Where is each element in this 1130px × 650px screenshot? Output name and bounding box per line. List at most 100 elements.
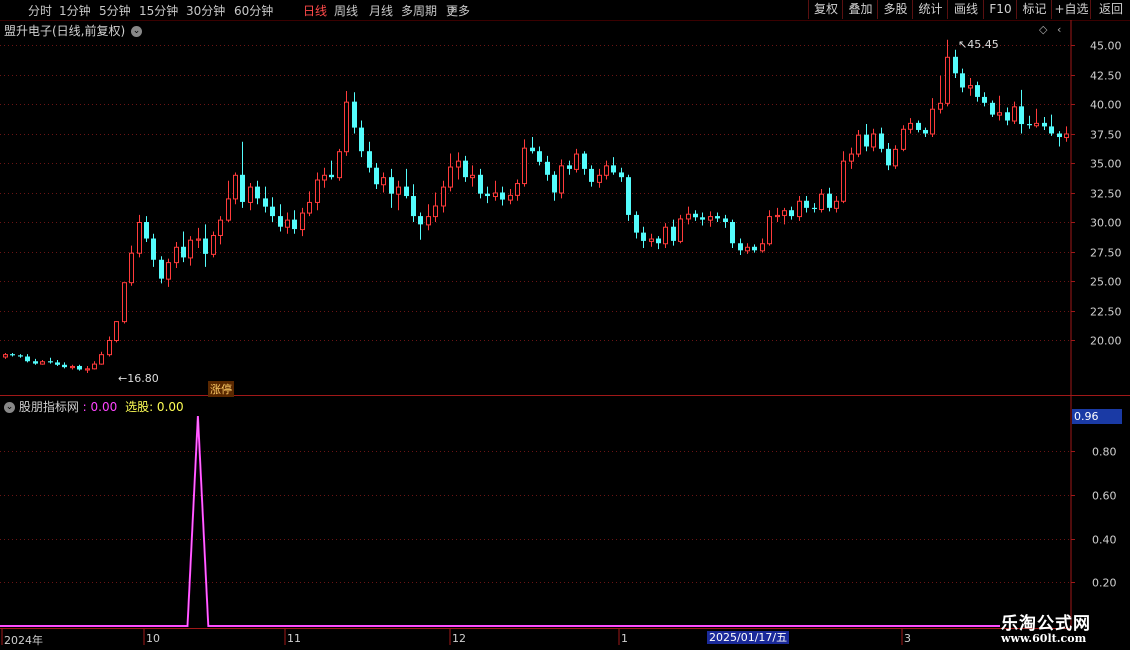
candle: [367, 141, 372, 173]
candle-body: [841, 160, 846, 202]
candle-body: [804, 200, 809, 208]
candle: [901, 125, 906, 152]
indicator-title-bar[interactable]: ⌄ 股朋指标网 : 0.00 选股: 0.00: [4, 398, 184, 415]
candle-body: [359, 127, 364, 152]
candle: [315, 172, 320, 211]
candle: [619, 167, 624, 182]
candle-body: [374, 167, 379, 185]
candle: [263, 186, 268, 213]
candle-body: [493, 192, 498, 198]
candle-body: [508, 194, 513, 201]
candle: [1042, 116, 1047, 130]
x-axis-label: 2024年: [4, 634, 43, 647]
candle-body: [1027, 124, 1032, 126]
candle: [285, 212, 290, 234]
candle: [559, 159, 564, 199]
candle-body: [48, 361, 53, 363]
candle: [233, 172, 238, 205]
price-tick-label: 32.50: [1090, 188, 1122, 201]
candle: [62, 362, 67, 369]
candle-body: [114, 321, 119, 341]
candle-body: [886, 148, 891, 166]
candle-body: [226, 198, 231, 221]
stock-title-bar[interactable]: 盟升电子(日线,前复权) ⌄: [4, 22, 143, 39]
candle: [723, 214, 728, 228]
candle-body: [55, 362, 60, 365]
candle: [3, 352, 8, 359]
price-tick-label: 20.00: [1090, 335, 1122, 348]
price-tick-label: 45.00: [1090, 40, 1122, 53]
candle: [812, 203, 817, 213]
candle-body: [879, 133, 884, 149]
chevron-left-icon[interactable]: ‹: [1057, 23, 1061, 36]
candle: [218, 216, 223, 245]
candle: [649, 233, 654, 247]
candle-body: [723, 218, 728, 222]
candle-body: [396, 186, 401, 195]
candle-body: [1057, 133, 1062, 138]
candle: [775, 207, 780, 222]
candle-body: [953, 56, 958, 74]
candle: [945, 39, 950, 107]
candle-body: [730, 222, 735, 244]
x-axis-label: 12: [452, 632, 466, 645]
candle-body: [188, 239, 193, 259]
candle-body: [278, 216, 283, 227]
candle-body: [92, 363, 97, 370]
candle: [953, 49, 958, 79]
candle-body: [1012, 106, 1017, 122]
candle: [493, 180, 498, 201]
candle-body: [611, 165, 616, 173]
indicator-line-highlight: [0, 415, 1000, 627]
price-tick-label: 30.00: [1090, 217, 1122, 230]
candle: [738, 238, 743, 256]
candle-body: [797, 200, 802, 218]
chevron-down-icon[interactable]: ⌄: [4, 402, 15, 413]
candle: [871, 128, 876, 152]
candle: [597, 168, 602, 188]
candle: [181, 231, 186, 263]
candle: [344, 91, 349, 156]
candle: [1064, 126, 1069, 142]
chart-canvas[interactable]: 45.00 42.50 40.00 37.50 35.00 32.50 30.00 27.50…: [0, 0, 1130, 650]
candle-body: [760, 243, 765, 252]
candle: [1019, 89, 1024, 134]
candle-body: [129, 252, 134, 284]
candle: [307, 191, 312, 217]
indicator-line: [0, 415, 1000, 627]
candle: [470, 165, 475, 187]
candle: [849, 147, 854, 169]
candle: [300, 207, 305, 237]
candle: [975, 81, 980, 102]
candle: [886, 142, 891, 171]
candle: [381, 172, 386, 193]
candle: [574, 148, 579, 173]
candle: [174, 242, 179, 269]
candle-body: [1034, 122, 1039, 127]
candle: [960, 68, 965, 93]
candle: [589, 165, 594, 187]
candle-body: [567, 165, 572, 169]
candle: [389, 168, 394, 208]
candle-body: [367, 151, 372, 168]
diamond-icon[interactable]: ◇: [1039, 23, 1047, 36]
candle-body: [686, 213, 691, 220]
candle-body: [404, 186, 409, 197]
indicator-tick-label: 0.20: [1092, 577, 1117, 590]
candle-body: [285, 219, 290, 228]
candle-body: [582, 153, 587, 169]
candle: [122, 282, 127, 324]
candle: [456, 152, 461, 180]
chevron-down-icon[interactable]: ⌄: [131, 26, 143, 37]
candle-body: [656, 238, 661, 244]
candle-body: [864, 134, 869, 147]
candle-body: [196, 238, 201, 241]
price-tick-label: 42.50: [1090, 70, 1122, 83]
candle-body: [782, 210, 787, 216]
candle: [441, 180, 446, 213]
candle: [990, 100, 995, 117]
candle-body: [381, 177, 386, 186]
candle-body: [975, 85, 980, 97]
candle-body: [715, 216, 720, 219]
candle: [708, 211, 713, 227]
